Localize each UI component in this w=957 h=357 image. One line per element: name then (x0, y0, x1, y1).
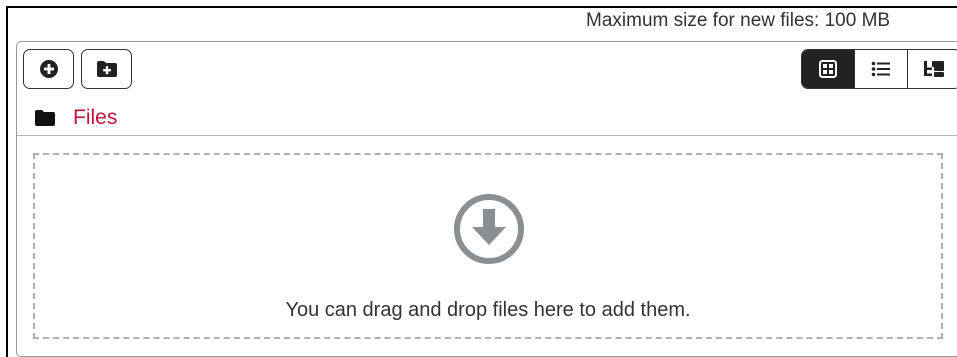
view-icons-button[interactable] (802, 50, 854, 88)
list-icon (871, 61, 890, 77)
file-drop-zone[interactable]: You can drag and drop files here to add … (33, 153, 943, 339)
view-mode-group (801, 49, 957, 89)
download-circle-icon (454, 194, 524, 264)
plus-circle-icon (39, 60, 58, 78)
file-manager: Files You can drag and drop files here t… (16, 41, 957, 357)
breadcrumb-files-link[interactable]: Files (73, 106, 117, 130)
create-folder-button[interactable] (81, 49, 132, 89)
view-details-button[interactable] (854, 50, 907, 88)
grid-icon (819, 60, 837, 78)
drop-zone-message: You can drag and drop files here to add … (285, 299, 691, 321)
tree-icon (924, 61, 944, 77)
view-tree-button[interactable] (907, 50, 957, 88)
breadcrumb: Files (35, 106, 117, 130)
file-manager-toolbar: Files (17, 42, 957, 136)
folder-plus-icon (96, 61, 117, 77)
add-file-button[interactable] (23, 49, 74, 89)
max-file-size-label: Maximum size for new files: 100 MB (586, 10, 891, 31)
folder-icon (35, 110, 55, 126)
